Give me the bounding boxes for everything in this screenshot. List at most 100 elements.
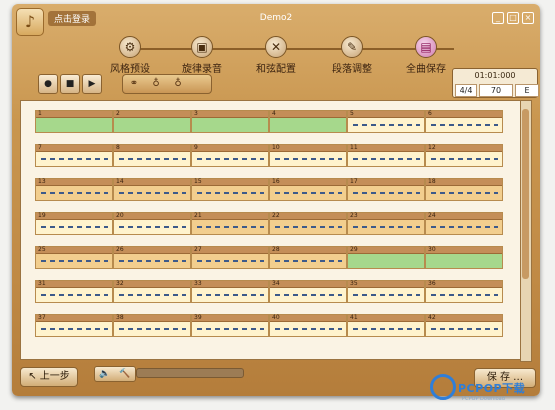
measure-cell[interactable]: 31 — [35, 280, 113, 303]
measure-cell[interactable]: 6 — [425, 110, 503, 133]
measure-number: 27 — [194, 246, 202, 253]
minimize-icon[interactable]: _ — [492, 12, 504, 24]
note-pattern — [431, 226, 498, 228]
measure-cell[interactable]: 5 — [347, 110, 425, 133]
note-pattern — [119, 260, 186, 262]
measure-cell[interactable]: 33 — [191, 280, 269, 303]
measure-cell[interactable]: 19 — [35, 212, 113, 235]
measure-cell[interactable]: 16 — [269, 178, 347, 201]
note-pattern — [197, 158, 264, 160]
measure-cell[interactable]: 24 — [425, 212, 503, 235]
measure-cell[interactable]: 42 — [425, 314, 503, 337]
measure-header: 34 — [270, 280, 346, 288]
measure-cell[interactable]: 37 — [35, 314, 113, 337]
note-pattern — [275, 328, 342, 330]
measure-cell[interactable]: 15 — [191, 178, 269, 201]
measure-number: 16 — [272, 178, 280, 185]
tool-gear[interactable]: ⚙ 风格预设 — [100, 36, 160, 75]
measure-number: 36 — [428, 280, 436, 287]
tool-tools[interactable]: ✕ 和弦配置 — [246, 36, 306, 75]
measure-header: 3 — [192, 110, 268, 118]
measure-number: 7 — [38, 144, 42, 151]
measure-cell[interactable]: 29 — [347, 246, 425, 269]
app-window: ♪ 点击登录 Demo2 _ □ × ⚙ 风格预设 ▣ 旋律录音 ✕ 和弦配置 ✎ 段落调整 ▤… — [12, 4, 540, 396]
measure-cell[interactable]: 22 — [269, 212, 347, 235]
measure-header: 25 — [36, 246, 112, 254]
measure-cell[interactable]: 4 — [269, 110, 347, 133]
measure-header: 42 — [426, 314, 502, 322]
link-icon[interactable]: ⚭ — [123, 75, 145, 93]
hammer-icon[interactable]: 🔨 — [115, 367, 135, 381]
close-icon[interactable]: × — [522, 12, 534, 24]
measure-number: 4 — [272, 110, 276, 117]
stop-button[interactable]: ■ — [60, 74, 80, 94]
measure-cell[interactable]: 25 — [35, 246, 113, 269]
scrollbar-thumb[interactable] — [522, 109, 529, 279]
measure-cell[interactable]: 34 — [269, 280, 347, 303]
measure-cell[interactable]: 23 — [347, 212, 425, 235]
measure-number: 41 — [350, 314, 358, 321]
tool-folder[interactable]: ▣ 旋律录音 — [172, 36, 232, 75]
measure-cell[interactable]: 9 — [191, 144, 269, 167]
measure-cell[interactable]: 3 — [191, 110, 269, 133]
measure-number: 24 — [428, 212, 436, 219]
measure-cell[interactable]: 14 — [113, 178, 191, 201]
measure-header: 10 — [270, 144, 346, 152]
measure-number: 39 — [194, 314, 202, 321]
tool-save[interactable]: ▤ 全曲保存 — [396, 36, 456, 75]
measure-number: 5 — [350, 110, 354, 117]
back-button[interactable]: ↖ 上一步 — [20, 367, 78, 387]
volume-slider[interactable] — [136, 368, 244, 378]
bulb-icon[interactable]: ♁ — [145, 75, 167, 93]
measure-cell[interactable]: 2 — [113, 110, 191, 133]
meter-field[interactable]: 4/4 — [455, 84, 477, 97]
measure-cell[interactable]: 7 — [35, 144, 113, 167]
measure-cell[interactable]: 40 — [269, 314, 347, 337]
measure-cell[interactable]: 30 — [425, 246, 503, 269]
measure-number: 6 — [428, 110, 432, 117]
measure-header: 15 — [192, 178, 268, 186]
key-select[interactable]: E — [515, 84, 539, 97]
measure-number: 26 — [116, 246, 124, 253]
tool-label: 风格预设 — [110, 64, 150, 75]
measure-cell[interactable]: 27 — [191, 246, 269, 269]
note-pattern — [41, 158, 108, 160]
measure-header: 32 — [114, 280, 190, 288]
record-button[interactable]: ● — [38, 74, 58, 94]
maximize-icon[interactable]: □ — [507, 12, 519, 24]
measure-cell[interactable]: 13 — [35, 178, 113, 201]
measure-cell[interactable]: 26 — [113, 246, 191, 269]
measure-number: 13 — [38, 178, 46, 185]
measure-cell[interactable]: 35 — [347, 280, 425, 303]
measure-cell[interactable]: 18 — [425, 178, 503, 201]
note-pattern — [197, 294, 264, 296]
play-button[interactable]: ▶ — [82, 74, 102, 94]
bulb-alt-icon[interactable]: ♁ — [167, 75, 189, 93]
edit-icon: ✎ — [341, 36, 363, 58]
note-pattern — [197, 226, 264, 228]
measure-header: 28 — [270, 246, 346, 254]
note-pattern — [119, 226, 186, 228]
tool-edit[interactable]: ✎ 段落调整 — [322, 36, 382, 75]
measure-cell[interactable]: 21 — [191, 212, 269, 235]
vertical-scrollbar[interactable] — [520, 100, 532, 362]
measure-cell[interactable]: 11 — [347, 144, 425, 167]
measure-cell[interactable]: 10 — [269, 144, 347, 167]
tempo-field[interactable]: 70 — [479, 84, 513, 97]
measure-cell[interactable]: 32 — [113, 280, 191, 303]
measure-cell[interactable]: 12 — [425, 144, 503, 167]
note-pattern — [119, 294, 186, 296]
measure-cell[interactable]: 28 — [269, 246, 347, 269]
note-pattern — [41, 260, 108, 262]
measure-cell[interactable]: 8 — [113, 144, 191, 167]
tools-icon: ✕ — [265, 36, 287, 58]
measure-cell[interactable]: 38 — [113, 314, 191, 337]
measure-header: 41 — [348, 314, 424, 322]
measure-cell[interactable]: 20 — [113, 212, 191, 235]
measure-cell[interactable]: 1 — [35, 110, 113, 133]
measure-cell[interactable]: 36 — [425, 280, 503, 303]
measure-cell[interactable]: 17 — [347, 178, 425, 201]
measure-cell[interactable]: 41 — [347, 314, 425, 337]
measure-cell[interactable]: 39 — [191, 314, 269, 337]
volume-icon[interactable]: 🔈 — [95, 367, 115, 381]
